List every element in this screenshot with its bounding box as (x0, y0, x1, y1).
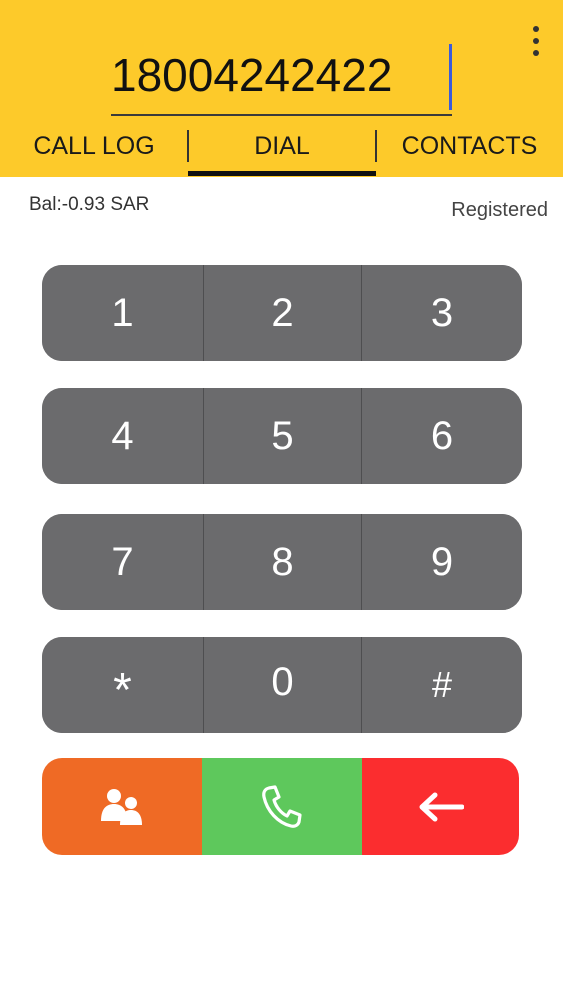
key-label: 8 (271, 539, 294, 584)
key-9[interactable]: 9 (362, 514, 522, 610)
tab-contacts[interactable]: CONTACTS (376, 122, 563, 177)
keypad-row-2: 4 5 6 (42, 388, 522, 484)
dial-number-text: 18004242422 (111, 49, 393, 101)
text-caret (449, 44, 452, 110)
key-4[interactable]: 4 (42, 388, 203, 484)
keypad-row-1: 1 2 3 (42, 265, 522, 361)
key-label: 0 (271, 659, 294, 704)
dial-number-field[interactable]: 18004242422 (111, 42, 452, 116)
status-row: Bal:-0.93 SAR Registered (0, 190, 563, 221)
key-label: 7 (111, 539, 134, 584)
key-2[interactable]: 2 (203, 265, 362, 361)
key-label: * (113, 663, 132, 717)
key-label: 6 (430, 413, 454, 458)
tab-contacts-label: CONTACTS (401, 132, 538, 160)
key-8[interactable]: 8 (203, 514, 362, 610)
tab-call-log-label: CALL LOG (33, 132, 155, 160)
tab-call-log[interactable]: CALL LOG (0, 122, 188, 177)
key-6[interactable]: 6 (362, 388, 522, 484)
key-label: 9 (430, 539, 454, 584)
action-row (42, 758, 519, 855)
key-label: 2 (271, 290, 294, 335)
key-5[interactable]: 5 (203, 388, 362, 484)
key-1[interactable]: 1 (42, 265, 203, 361)
key-label: 4 (111, 413, 134, 458)
keypad-row-3: 7 8 9 (42, 514, 522, 610)
registration-status: Registered (451, 199, 548, 221)
dialer-screen: 18004242422 CALL LOG DIAL CONTACTS Bal:-… (0, 0, 563, 1000)
key-hash[interactable]: # (362, 637, 522, 733)
key-label: 5 (271, 413, 294, 458)
key-3[interactable]: 3 (362, 265, 522, 361)
backspace-arrow-icon (419, 792, 464, 821)
tab-dial[interactable]: DIAL (188, 122, 376, 177)
phone-icon (262, 784, 302, 828)
keypad-row-4: * 0 # (42, 637, 522, 733)
tab-bar: CALL LOG DIAL CONTACTS (0, 122, 563, 177)
key-0[interactable]: 0 (203, 637, 362, 733)
key-label: # (431, 664, 453, 705)
contacts-icon (101, 788, 142, 825)
call-button[interactable] (202, 758, 362, 855)
key-label: 1 (111, 290, 134, 335)
key-7[interactable]: 7 (42, 514, 203, 610)
contacts-button[interactable] (42, 758, 202, 855)
tab-dial-label: DIAL (254, 132, 310, 160)
key-star[interactable]: * (42, 637, 203, 733)
overflow-menu-icon[interactable] (528, 26, 544, 58)
header: 18004242422 CALL LOG DIAL CONTACTS (0, 0, 563, 177)
key-label: 3 (430, 290, 454, 335)
active-tab-indicator (188, 171, 376, 176)
balance-text: Bal:-0.93 SAR (29, 194, 150, 215)
backspace-button[interactable] (362, 758, 519, 855)
